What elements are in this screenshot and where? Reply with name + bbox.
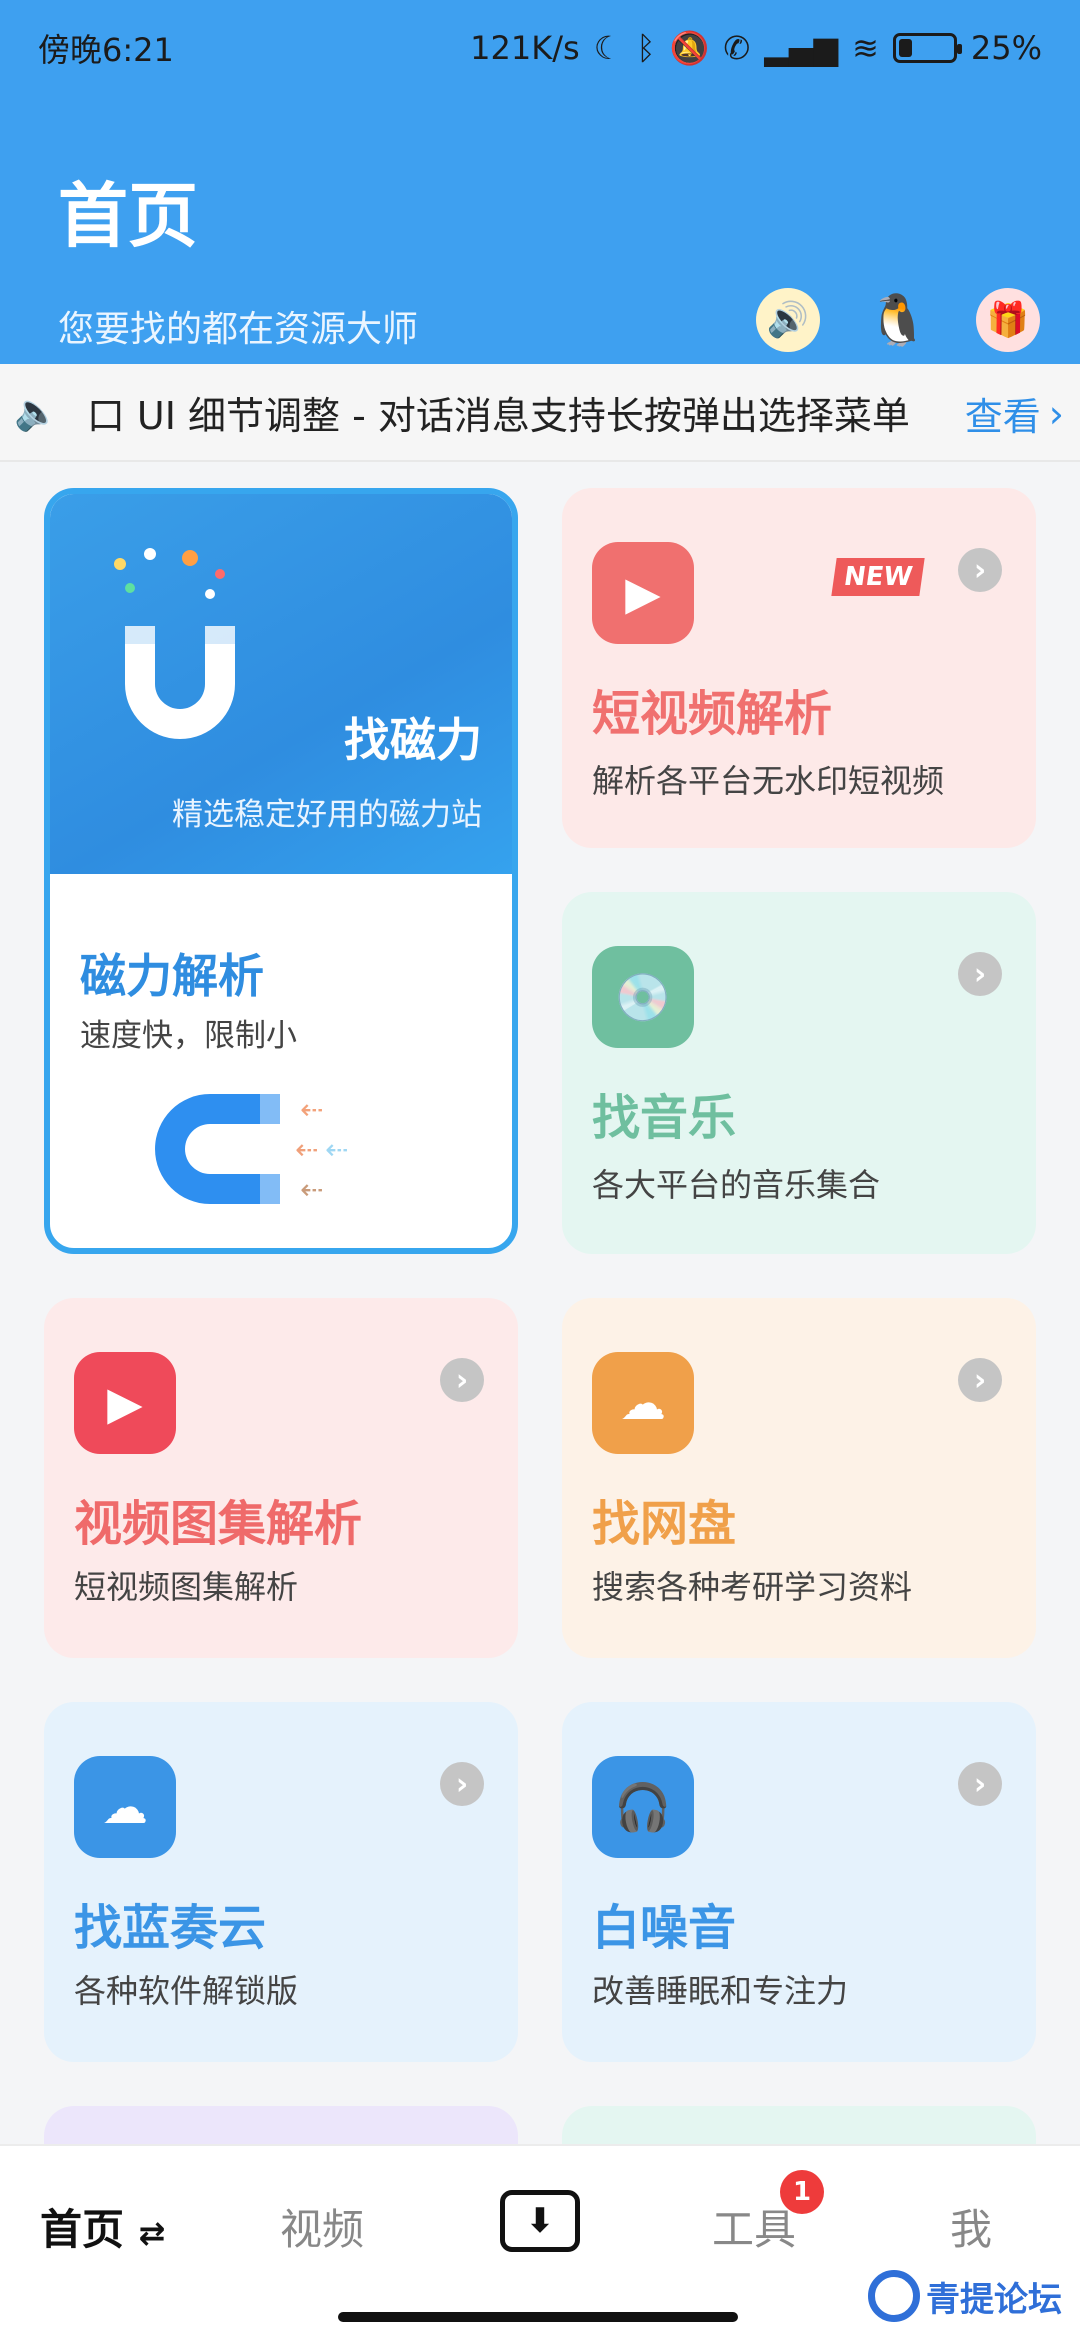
moon-icon: ☾ <box>593 29 623 67</box>
magnet-search-section[interactable]: 找磁力 精选稳定好用的磁力站 <box>50 494 512 874</box>
music-disc-icon: 💿 <box>592 946 694 1048</box>
lanzou-desc: 各种软件解锁版 <box>74 1972 299 2010</box>
chevron-right-icon: › <box>958 548 1002 592</box>
new-badge: NEW <box>831 558 925 596</box>
netdisk-title: 找网盘 <box>592 1496 737 1552</box>
chevron-right-icon: › <box>1048 391 1064 436</box>
wifi-icon: ≋ <box>852 29 879 67</box>
video-camera-icon: ▶ <box>592 542 694 644</box>
notice-bar[interactable]: 🔈 口 UI 细节调整 - 对话消息支持长按弹出选择菜单 查看 › <box>0 364 1080 462</box>
play-icon: ▶ <box>74 1352 176 1454</box>
header: 傍晚6:21 121K/s ☾ ᛒ 🔕 ✆ ▂▄▆ ≋ 25% 首页 您要找的都… <box>0 0 1080 364</box>
svg-text:⇠: ⇠ <box>325 1133 348 1166</box>
tools-badge: 1 <box>780 2170 824 2214</box>
magnet-card[interactable]: 找磁力 精选稳定好用的磁力站 磁力解析 速度快，限制小 ⇠ ⇠ ⇠ ⇠ <box>44 488 518 1254</box>
mute-bell-icon: 🔕 <box>669 29 710 67</box>
svg-text:⇠: ⇠ <box>300 1173 323 1206</box>
magnet-search-desc: 精选稳定好用的磁力站 <box>172 797 482 833</box>
qq-penguin-icon[interactable]: 🐧 <box>866 288 930 352</box>
notice-speaker-icon: 🔈 <box>14 392 59 433</box>
music-card[interactable]: 💿 › 找音乐 各大平台的音乐集合 <box>562 892 1036 1254</box>
notice-more-label: 查看 <box>964 395 1041 439</box>
lanzou-title: 找蓝奏云 <box>74 1900 267 1956</box>
gallery-desc: 短视频图集解析 <box>74 1568 299 1606</box>
battery-icon <box>892 33 962 63</box>
chevron-right-icon: › <box>958 952 1002 996</box>
status-icons: 121K/s ☾ ᛒ 🔕 ✆ ▂▄▆ ≋ 25% <box>470 29 1042 67</box>
header-actions: 🔊 🐧 🎁 <box>756 288 1040 352</box>
magnet-horizontal-icon: ⇠ ⇠ ⇠ ⇠ <box>155 1093 348 1206</box>
speaker-icon[interactable]: 🔊 <box>756 288 820 352</box>
page-subtitle: 您要找的都在资源大师 <box>58 309 419 350</box>
battery-percent: 25% <box>970 29 1042 67</box>
home-indicator[interactable] <box>338 2312 738 2322</box>
signal-icon: ▂▄▆ <box>764 29 839 67</box>
gallery-card[interactable]: ▶ › 视频图集解析 短视频图集解析 <box>44 1298 518 1658</box>
netdisk-desc: 搜索各种考研学习资料 <box>592 1568 913 1606</box>
watermark: 青提论坛 <box>868 2270 1062 2322</box>
chevron-right-icon: › <box>958 1358 1002 1402</box>
magnet-parse-title: 磁力解析 <box>80 949 264 1003</box>
lanzou-card[interactable]: ☁ › 找蓝奏云 各种软件解锁版 <box>44 1702 518 2062</box>
nav-me[interactable]: 我 <box>950 2196 992 2257</box>
white-noise-card[interactable]: 🎧 › 白噪音 改善睡眠和专注力 <box>562 1702 1036 2062</box>
watermark-logo-icon <box>868 2270 920 2322</box>
nav-video[interactable]: 视频 <box>280 2196 364 2257</box>
white-noise-desc: 改善睡眠和专注力 <box>592 1972 849 2010</box>
netdisk-card[interactable]: ☁ › 找网盘 搜索各种考研学习资料 <box>562 1298 1036 1658</box>
chevron-right-icon: › <box>440 1762 484 1806</box>
download-icon[interactable]: ⬇ <box>500 2190 580 2252</box>
headphones-icon: 🎧 <box>592 1756 694 1858</box>
svg-text:⇠: ⇠ <box>295 1133 318 1166</box>
short-video-card[interactable]: ▶ NEW › 短视频解析 解析各平台无水印短视频 <box>562 488 1036 848</box>
music-desc: 各大平台的音乐集合 <box>592 1166 881 1204</box>
notice-more-link[interactable]: 查看 › <box>965 386 1064 441</box>
gallery-title: 视频图集解析 <box>74 1496 363 1552</box>
nav-home[interactable]: 首页 ⇄ <box>40 2196 165 2257</box>
music-title: 找音乐 <box>592 1090 737 1146</box>
netdisk-icon: ☁ <box>592 1352 694 1454</box>
short-video-title: 短视频解析 <box>592 686 833 742</box>
bluetooth-icon: ᛒ <box>636 29 656 67</box>
status-time: 傍晚6:21 <box>38 31 174 69</box>
call-icon: ✆ <box>723 29 751 67</box>
chevron-right-icon: › <box>440 1358 484 1402</box>
chevron-right-icon: › <box>958 1762 1002 1806</box>
magnet-parse-desc: 速度快，限制小 <box>80 1018 297 1054</box>
cloud-icon: ☁ <box>74 1756 176 1858</box>
swap-icon: ⇄ <box>138 2214 166 2252</box>
short-video-desc: 解析各平台无水印短视频 <box>592 762 945 800</box>
svg-text:⇠: ⇠ <box>300 1093 323 1126</box>
page-title: 首页 <box>58 175 198 257</box>
magnet-search-title: 找磁力 <box>344 713 482 767</box>
magnet-u-icon <box>114 548 235 739</box>
net-speed: 121K/s <box>470 29 580 67</box>
white-noise-title: 白噪音 <box>592 1900 737 1956</box>
nav-home-label: 首页 <box>40 2205 125 2254</box>
watermark-text: 青提论坛 <box>926 2279 1062 2320</box>
notice-text: 口 UI 细节调整 - 对话消息支持长按弹出选择菜单 <box>86 393 910 438</box>
gift-icon[interactable]: 🎁 <box>976 288 1040 352</box>
status-bar: 傍晚6:21 121K/s ☾ ᛒ 🔕 ✆ ▂▄▆ ≋ 25% <box>0 0 1080 96</box>
